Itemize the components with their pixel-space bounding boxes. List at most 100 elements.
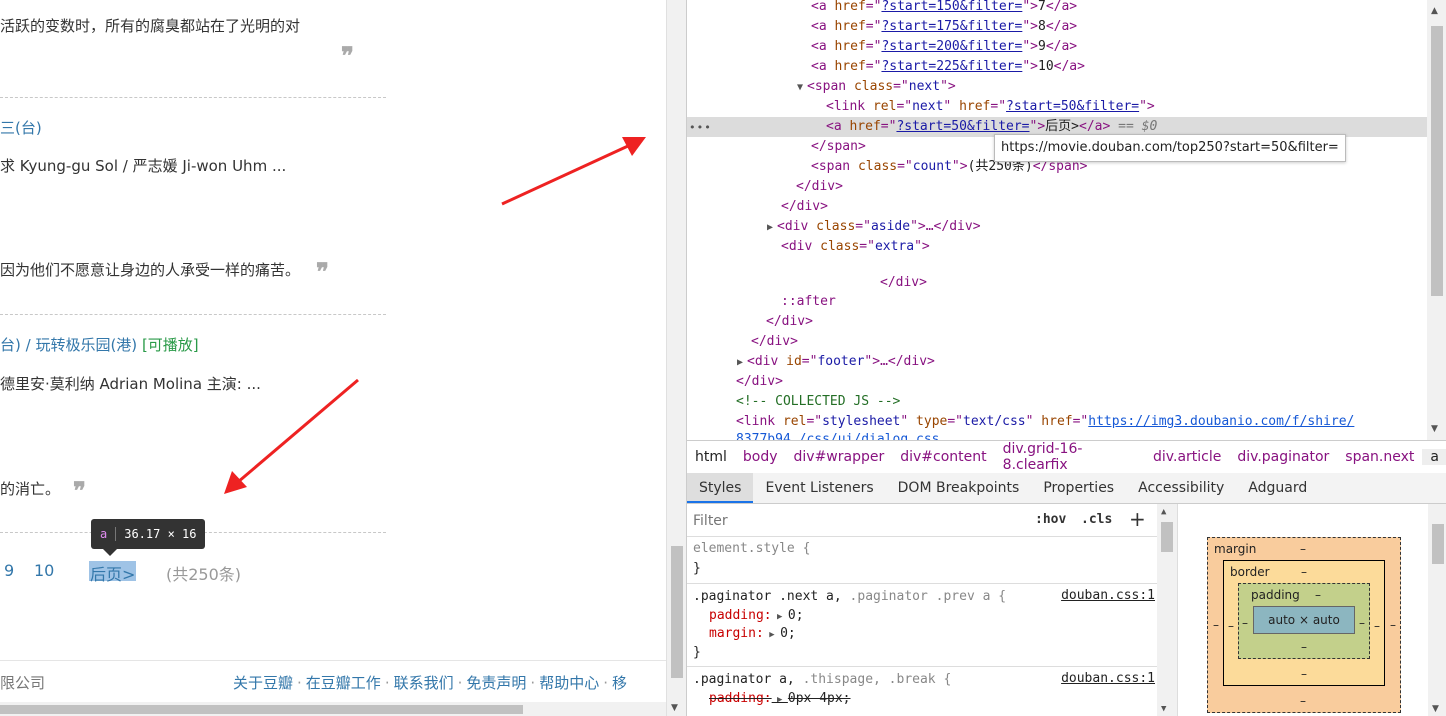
styles-filter-row: :hov .cls + bbox=[687, 504, 1157, 537]
dom-node-after[interactable]: ::after bbox=[687, 292, 1427, 312]
rule-selector[interactable]: element.style { bbox=[693, 540, 810, 558]
box-model-pane: margin – – – – border – – – – padding – … bbox=[1177, 504, 1446, 716]
dom-node-div-close[interactable]: </div> bbox=[687, 197, 1427, 217]
border-top-value[interactable]: – bbox=[1301, 565, 1307, 579]
box-model-vertical-scrollbar[interactable]: ▼ bbox=[1428, 504, 1446, 716]
scrollbar-thumb[interactable] bbox=[671, 546, 683, 678]
footer-link-jobs[interactable]: 在豆瓣工作 bbox=[306, 674, 381, 692]
breadcrumb-content[interactable]: div#content bbox=[892, 449, 994, 465]
scroll-down-icon[interactable]: ▼ bbox=[1161, 704, 1166, 714]
margin-top-value[interactable]: – bbox=[1300, 542, 1306, 556]
breadcrumb-span-next[interactable]: span.next bbox=[1337, 449, 1422, 465]
rule-property[interactable]: margin: ▶ 0; bbox=[709, 625, 796, 643]
rule-source-link[interactable]: douban.css:1 bbox=[1061, 588, 1155, 603]
page-link-10[interactable]: 10 bbox=[34, 561, 54, 580]
dom-node-div-aside[interactable]: ▶ <div class="aside">…</div> bbox=[687, 217, 1427, 237]
page-link-9[interactable]: 9 bbox=[4, 561, 14, 580]
expand-triangle-icon[interactable]: ▶ bbox=[737, 353, 747, 373]
styles-vertical-scrollbar[interactable]: ▲ ▼ bbox=[1157, 504, 1177, 716]
box-model-padding[interactable]: padding – – – – auto × auto bbox=[1238, 583, 1370, 659]
footer-link-help[interactable]: 帮助中心 bbox=[539, 674, 599, 692]
rule-selector[interactable]: .paginator .next a, .paginator .prev a { bbox=[693, 588, 1006, 606]
tab-adguard[interactable]: Adguard bbox=[1236, 473, 1319, 503]
footer-link-mobile[interactable]: 移 bbox=[612, 674, 627, 692]
footer-link-contact[interactable]: 联系我们 bbox=[394, 674, 454, 692]
cls-toggle-button[interactable]: .cls bbox=[1081, 512, 1112, 527]
styles-filter-input[interactable] bbox=[691, 510, 1025, 532]
page-vertical-scrollbar[interactable]: ▼ bbox=[666, 0, 687, 716]
breadcrumb-article[interactable]: div.article bbox=[1145, 449, 1229, 465]
scrollbar-thumb[interactable] bbox=[1432, 524, 1444, 564]
padding-top-value[interactable]: – bbox=[1315, 588, 1321, 602]
padding-right-value[interactable]: – bbox=[1359, 616, 1365, 630]
tab-accessibility[interactable]: Accessibility bbox=[1126, 473, 1236, 503]
page-horizontal-scrollbar[interactable] bbox=[0, 702, 666, 716]
scrollbar-thumb[interactable] bbox=[0, 705, 523, 714]
movie-title-link[interactable]: 台) / 玩转极乐园(港) bbox=[0, 336, 137, 354]
footer-link-disclaimer[interactable]: 免责声明 bbox=[466, 674, 526, 692]
rule-property-overridden[interactable]: padding: ▶ 0px 4px; bbox=[709, 690, 851, 708]
box-model-border[interactable]: border – – – – padding – – – – auto × au… bbox=[1223, 560, 1385, 686]
next-page-link[interactable]: 后页> bbox=[89, 561, 137, 584]
margin-left-value[interactable]: – bbox=[1213, 618, 1219, 632]
expand-triangle-icon[interactable]: ▶ bbox=[767, 218, 777, 238]
scroll-down-icon[interactable]: ▼ bbox=[671, 703, 678, 713]
breadcrumb-wrapper[interactable]: div#wrapper bbox=[786, 449, 893, 465]
dom-node-link-stylesheet-cont[interactable]: 8377b94 /css/ui/dialog.css bbox=[687, 430, 1427, 440]
scroll-down-icon[interactable]: ▼ bbox=[1432, 704, 1439, 714]
scrollbar-thumb[interactable] bbox=[1161, 522, 1173, 552]
scroll-up-icon[interactable]: ▲ bbox=[1161, 507, 1166, 517]
dom-node-comment[interactable]: <!-- COLLECTED JS --> bbox=[687, 392, 1427, 412]
more-options-icon[interactable]: ••• bbox=[689, 121, 712, 134]
breadcrumb-paginator[interactable]: div.paginator bbox=[1229, 449, 1337, 465]
rule-selector[interactable]: .paginator a, .thispage, .break { bbox=[693, 671, 951, 689]
tab-event-listeners[interactable]: Event Listeners bbox=[753, 473, 885, 503]
tab-dom-breakpoints[interactable]: DOM Breakpoints bbox=[886, 473, 1032, 503]
expand-triangle-icon[interactable]: ▼ bbox=[797, 78, 807, 98]
dom-node-link-stylesheet[interactable]: <link rel="stylesheet" type="text/css" h… bbox=[687, 412, 1427, 432]
dom-node-div-footer[interactable]: ▶ <div id="footer">…</div> bbox=[687, 352, 1427, 372]
rule-property[interactable]: padding: ▶ 0; bbox=[709, 607, 804, 625]
scrollbar-thumb[interactable] bbox=[1431, 26, 1443, 296]
dom-node-div-close[interactable]: </div> bbox=[687, 332, 1427, 352]
margin-bottom-value[interactable]: – bbox=[1300, 694, 1306, 708]
border-left-value[interactable]: – bbox=[1228, 619, 1234, 633]
playable-link[interactable]: [可播放] bbox=[142, 336, 199, 354]
scroll-up-icon[interactable]: ▲ bbox=[1431, 6, 1438, 16]
dom-node-div-close[interactable]: </div> bbox=[687, 372, 1427, 392]
new-rule-button[interactable]: + bbox=[1129, 507, 1146, 531]
dom-node-div-extra[interactable]: <div class="extra"> bbox=[687, 237, 1427, 257]
dom-node-link[interactable]: <link rel="next" href="?start=50&filter=… bbox=[687, 97, 1427, 117]
elements-vertical-scrollbar[interactable]: ▲ ▼ bbox=[1427, 0, 1446, 440]
dom-node-a10[interactable]: <a href="?start=225&filter=">10</a> bbox=[687, 57, 1427, 77]
style-rule-paginator-a: .paginator a, .thispage, .break { douban… bbox=[687, 667, 1157, 716]
breadcrumb-html[interactable]: html bbox=[687, 449, 735, 465]
rule-close: } bbox=[693, 561, 701, 576]
dom-node-a7[interactable]: <a href="?start=150&filter=">7</a> bbox=[687, 0, 1427, 17]
dom-node-span-next[interactable]: ▼ <span class="next"> bbox=[687, 77, 1427, 97]
movie-director: 德里安·莫利纳 Adrian Molina 主演: ... bbox=[0, 375, 261, 393]
footer-link-about[interactable]: 关于豆瓣 bbox=[233, 674, 293, 692]
scroll-down-icon[interactable]: ▼ bbox=[1431, 424, 1438, 434]
dom-node-div-close[interactable]: </div> bbox=[687, 177, 1427, 197]
border-bottom-value[interactable]: – bbox=[1301, 667, 1307, 681]
border-right-value[interactable]: – bbox=[1374, 619, 1380, 633]
breadcrumb-body[interactable]: body bbox=[735, 449, 786, 465]
breadcrumb-a[interactable]: a bbox=[1422, 449, 1446, 465]
box-model-margin[interactable]: margin – – – – border – – – – padding – … bbox=[1207, 537, 1401, 713]
dom-node-a8[interactable]: <a href="?start=175&filter=">8</a> bbox=[687, 17, 1427, 37]
footer-company: 限公司 bbox=[0, 674, 46, 692]
dom-node-div-close[interactable]: </div> bbox=[687, 312, 1427, 332]
dom-node-a9[interactable]: <a href="?start=200&filter=">9</a> bbox=[687, 37, 1427, 57]
breadcrumb-grid[interactable]: div.grid-16-8.clearfix bbox=[995, 441, 1145, 473]
padding-bottom-value[interactable]: – bbox=[1301, 640, 1307, 654]
tab-styles[interactable]: Styles bbox=[687, 473, 754, 503]
movie-title-link[interactable]: 三(台) bbox=[0, 117, 42, 138]
tab-properties[interactable]: Properties bbox=[1031, 473, 1126, 503]
rule-source-link[interactable]: douban.css:1 bbox=[1061, 671, 1155, 686]
padding-left-value[interactable]: – bbox=[1242, 616, 1248, 630]
hov-toggle-button[interactable]: :hov bbox=[1035, 512, 1066, 527]
dom-node-div-close[interactable]: </div> bbox=[687, 273, 1427, 293]
margin-right-value[interactable]: – bbox=[1390, 618, 1396, 632]
box-model-content[interactable]: auto × auto bbox=[1253, 606, 1355, 634]
